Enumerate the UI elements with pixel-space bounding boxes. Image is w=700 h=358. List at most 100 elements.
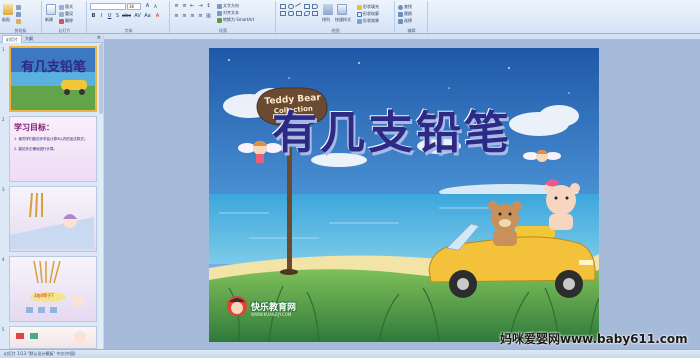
slide-thumbnail-1[interactable]: 有几支铅笔 xyxy=(9,46,97,112)
drawing-group: 排列 快速样式 形状填充 形状轮廓 形状效果 绘图 xyxy=(277,1,395,33)
thumb-number: 4 xyxy=(2,257,5,262)
layout-button[interactable]: 版式 xyxy=(59,4,73,10)
shrink-font-icon[interactable]: A xyxy=(152,3,159,10)
italic-icon[interactable]: I xyxy=(98,13,105,20)
clipboard-group-label: 剪贴板 xyxy=(14,28,27,33)
find-label: 查找 xyxy=(404,4,412,9)
select-icon xyxy=(398,18,403,24)
shape-fill-button[interactable]: 形状填充 xyxy=(357,4,379,10)
close-icon[interactable]: × xyxy=(97,35,101,42)
horizontal-ruler xyxy=(104,34,700,40)
shape-effects-label: 形状效果 xyxy=(363,18,379,23)
tab-outline[interactable]: 大纲 xyxy=(22,35,36,43)
slide-title[interactable]: 有几支铅笔 xyxy=(272,96,512,161)
numbering-icon[interactable]: ≡ xyxy=(181,3,188,10)
textbox-shape-icon[interactable] xyxy=(304,4,310,9)
font-size-combo[interactable]: 36 xyxy=(127,3,141,10)
slide-thumbnail-2[interactable]: 学习目标： 1. 使同学们能初步学会计算5以内的加法算式； 2. 能初步正确地进… xyxy=(9,116,97,182)
align-left-icon[interactable]: ≡ xyxy=(173,13,180,20)
underline-icon[interactable]: U xyxy=(106,13,113,20)
text-direction-button[interactable]: 文字方向 xyxy=(217,3,239,9)
quick-styles-button[interactable]: 快速样式 xyxy=(335,17,351,22)
star-shape-icon[interactable] xyxy=(296,11,302,16)
select-button[interactable]: 选择 xyxy=(398,18,412,24)
slides-group-label: 幻灯片 xyxy=(58,28,71,33)
slide-thumbnail-4[interactable]: 3加4等于7 xyxy=(9,256,97,322)
reset-icon xyxy=(59,11,64,17)
strikethrough-icon[interactable]: abc xyxy=(122,13,131,20)
font-name-combo[interactable] xyxy=(90,3,126,10)
oval-shape-icon[interactable] xyxy=(288,4,294,9)
replace-label: 替换 xyxy=(404,11,412,16)
align-right-icon[interactable]: ≡ xyxy=(189,13,196,20)
callout-shape-icon[interactable] xyxy=(304,11,310,16)
rounded-rect-shape-icon[interactable] xyxy=(288,11,294,16)
logo-subtext: WWW.KUAILEJY.COM xyxy=(251,312,292,317)
shape-outline-button[interactable]: 形状轮廓 xyxy=(357,11,379,17)
font-group: 36 A A B I U S abc AV Aa A 字体 xyxy=(88,1,170,33)
clipboard-group: 粘贴 剪贴板 xyxy=(0,1,42,33)
shape-fill-icon xyxy=(357,4,362,10)
columns-icon[interactable]: ▥ xyxy=(205,13,212,20)
paste-icon[interactable] xyxy=(3,4,13,15)
bold-icon[interactable]: B xyxy=(90,13,97,20)
new-slide-button[interactable]: 新建 xyxy=(45,17,53,22)
decrease-indent-icon[interactable]: ⇤ xyxy=(189,3,196,10)
char-spacing-icon[interactable]: AV xyxy=(134,13,141,20)
slide-background-art xyxy=(209,48,599,342)
replace-button[interactable]: 替换 xyxy=(398,11,412,17)
shadow-icon[interactable]: S xyxy=(114,13,121,20)
shape-outline-icon xyxy=(357,11,362,17)
arrange-icon[interactable] xyxy=(323,4,333,15)
arrow-shape-icon[interactable] xyxy=(312,4,318,9)
slide-thumbnail-3[interactable] xyxy=(9,186,97,252)
font-color-icon[interactable]: A xyxy=(154,13,161,20)
change-case-icon[interactable]: Aa xyxy=(144,13,151,20)
reset-label: 重设 xyxy=(65,11,73,16)
align-center-icon[interactable]: ≡ xyxy=(181,13,188,20)
justify-icon[interactable]: ≡ xyxy=(197,13,204,20)
find-icon xyxy=(398,4,403,10)
thumb-3-art xyxy=(10,192,94,249)
arrange-button[interactable]: 排列 xyxy=(322,17,330,22)
thumb-2-line-2: 2. 能初步正确地进行计算。 xyxy=(14,147,57,151)
quick-styles-icon[interactable] xyxy=(337,4,347,15)
align-text-button[interactable]: 对齐文本 xyxy=(217,10,239,16)
copy-button[interactable] xyxy=(16,11,22,17)
brace-shape-icon[interactable] xyxy=(312,11,318,16)
shape-effects-icon xyxy=(357,18,362,24)
rectangle-shape-icon[interactable] xyxy=(280,4,286,9)
thumb-2-line-1: 1. 使同学们能初步学会计算5以内的加法算式； xyxy=(14,137,88,141)
find-button[interactable]: 查找 xyxy=(398,4,412,10)
new-slide-icon[interactable] xyxy=(46,4,56,15)
select-label: 选择 xyxy=(404,18,412,23)
tab-slides[interactable]: 幻灯片 xyxy=(2,35,22,43)
smartart-button[interactable]: 转换为 SmartArt xyxy=(217,17,254,23)
slide-editing-area: Teddy Bear Collection 有几支铅笔 快乐教育网 WWW.KU… xyxy=(104,34,700,349)
increase-indent-icon[interactable]: ⇥ xyxy=(197,3,204,10)
reset-button[interactable]: 重设 xyxy=(59,11,73,17)
paste-button[interactable]: 粘贴 xyxy=(2,17,10,22)
slide-thumbnail-5[interactable] xyxy=(9,326,97,349)
replace-icon xyxy=(398,11,403,17)
delete-button[interactable]: 删除 xyxy=(59,18,73,24)
current-slide[interactable]: Teddy Bear Collection 有几支铅笔 快乐教育网 WWW.KU… xyxy=(209,48,599,342)
line-spacing-icon[interactable]: ↕ xyxy=(205,3,212,10)
pane-tabs: 幻灯片 大纲 × xyxy=(0,34,103,43)
shape-effects-button[interactable]: 形状效果 xyxy=(357,18,379,24)
shape-fill-label: 形状填充 xyxy=(363,4,379,9)
paragraph-group: ≡ ≡ ⇤ ⇥ ↕ ≡ ≡ ≡ ≡ ▥ 文字方向 对齐文本 转换为 SmartA… xyxy=(171,1,276,33)
grow-font-icon[interactable]: A xyxy=(144,3,151,10)
bullets-icon[interactable]: ≡ xyxy=(173,3,180,10)
status-bar: 幻灯片 1/13 "默认设计模板" 中文(中国) xyxy=(0,349,700,358)
thumb-number: 5 xyxy=(2,327,5,332)
pane-scroll-thumb[interactable] xyxy=(99,44,103,114)
format-painter-button[interactable] xyxy=(16,18,22,24)
line-shape-icon[interactable] xyxy=(295,2,303,11)
text-direction-label: 文字方向 xyxy=(223,3,239,8)
cut-button[interactable] xyxy=(16,4,22,10)
pane-scrollbar[interactable] xyxy=(99,44,103,349)
font-group-label: 字体 xyxy=(124,28,133,33)
triangle-shape-icon[interactable] xyxy=(280,11,286,16)
layout-icon xyxy=(59,4,64,10)
